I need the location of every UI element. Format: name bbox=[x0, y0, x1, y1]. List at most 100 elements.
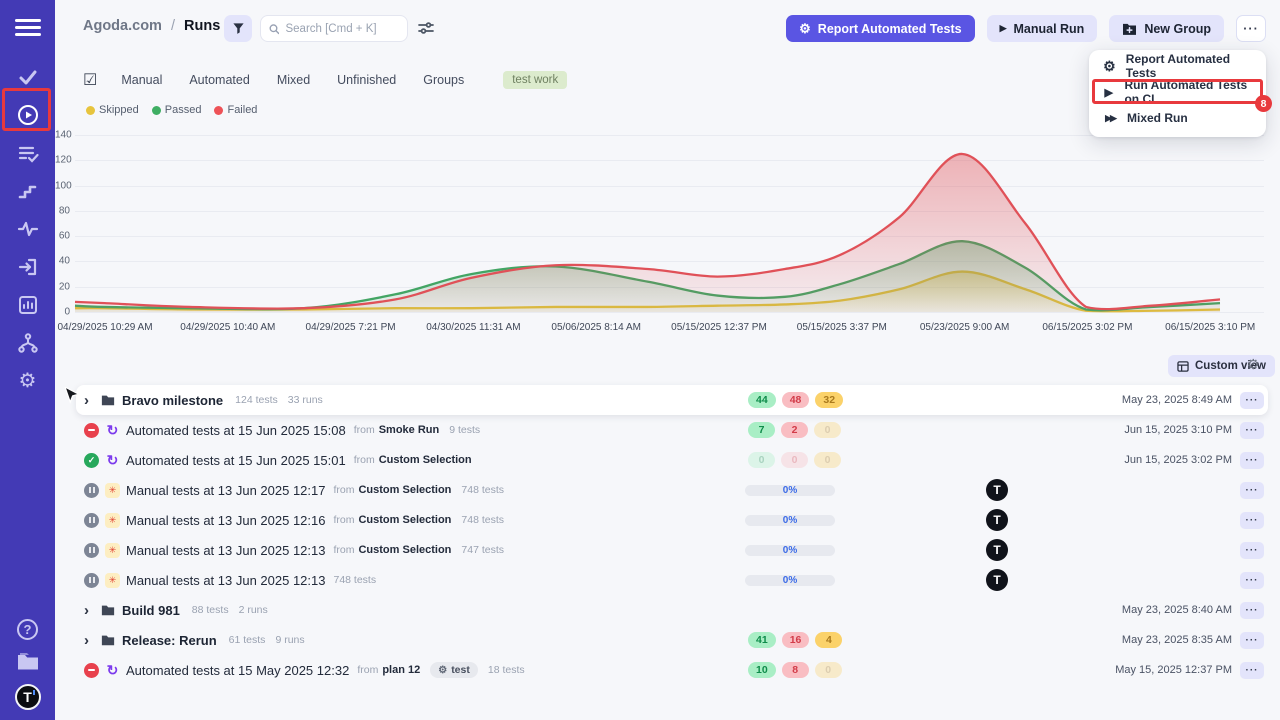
tab-manual[interactable]: Manual bbox=[121, 73, 162, 87]
assignee-avatar[interactable]: T bbox=[986, 479, 1008, 501]
sidebar-item-plans[interactable] bbox=[9, 134, 47, 172]
progress-bar: 0% bbox=[745, 545, 835, 556]
chart-canvas bbox=[75, 135, 1220, 315]
progress-value: 0% bbox=[783, 485, 797, 496]
group-runs-count: 33 runs bbox=[288, 394, 323, 406]
run-title[interactable]: Manual tests at 13 Jun 2025 12:13 bbox=[126, 573, 325, 588]
milestones-stairs-icon bbox=[17, 180, 39, 202]
row-menu-button[interactable]: ··· bbox=[1240, 422, 1264, 439]
sidebar-item-pulse[interactable] bbox=[9, 210, 47, 248]
sidebar-item-milestones[interactable] bbox=[9, 172, 47, 210]
report-automated-tests-button[interactable]: ⚙ Report Automated Tests bbox=[786, 15, 974, 42]
row-menu-button[interactable]: ··· bbox=[1240, 452, 1264, 469]
table-row[interactable]: ✳Manual tests at 13 Jun 2025 12:13748 te… bbox=[76, 565, 1268, 595]
run-title[interactable]: Automated tests at 15 Jun 2025 15:08 bbox=[126, 423, 346, 438]
sidebar-item-tests[interactable] bbox=[9, 58, 47, 96]
tests-check-icon bbox=[17, 66, 39, 88]
from-label: from bbox=[333, 514, 354, 526]
checklist-icon[interactable]: ☑ bbox=[83, 70, 97, 90]
run-title[interactable]: Automated tests at 15 May 2025 12:32 bbox=[126, 663, 349, 678]
table-row[interactable]: ›Release: Rerun61 tests9 runs41164May 23… bbox=[76, 625, 1268, 655]
failed-badge: 0 bbox=[781, 452, 808, 468]
run-tag[interactable]: ⚙test bbox=[430, 662, 478, 678]
run-title[interactable]: Automated tests at 15 Jun 2025 15:01 bbox=[126, 453, 346, 468]
group-tests-count: 61 tests bbox=[229, 634, 266, 646]
run-source[interactable]: plan 12 bbox=[382, 664, 420, 676]
run-source[interactable]: Custom Selection bbox=[358, 544, 451, 556]
table-row[interactable]: ✳Manual tests at 13 Jun 2025 12:13fromCu… bbox=[76, 535, 1268, 565]
annotation-badge: 8 bbox=[1255, 95, 1272, 112]
filter-button[interactable] bbox=[224, 15, 252, 42]
chevron-right-icon[interactable]: › bbox=[84, 393, 98, 408]
chevron-right-icon[interactable]: › bbox=[84, 633, 98, 648]
table-row[interactable]: ✳Manual tests at 13 Jun 2025 12:17fromCu… bbox=[76, 475, 1268, 505]
y-axis-label: 140 bbox=[55, 130, 70, 141]
sidebar-item-branches[interactable] bbox=[9, 324, 47, 362]
gear-icon: ⚙ bbox=[1103, 58, 1116, 75]
automated-run-icon: ↻ bbox=[105, 663, 120, 678]
status-paused-icon bbox=[84, 483, 99, 498]
group-name[interactable]: Build 981 bbox=[122, 603, 180, 618]
row-menu-button[interactable]: ··· bbox=[1240, 512, 1264, 529]
group-name[interactable]: Release: Rerun bbox=[122, 633, 217, 648]
run-title[interactable]: Manual tests at 13 Jun 2025 12:16 bbox=[126, 513, 325, 528]
progress-bar: 0% bbox=[745, 515, 835, 526]
row-menu-button[interactable]: ··· bbox=[1240, 482, 1264, 499]
runs-table: ›Bravo milestone124 tests33 runs444832Ma… bbox=[60, 385, 1268, 685]
legend-label: Failed bbox=[227, 104, 257, 116]
legend-dot bbox=[86, 106, 95, 115]
sidebar-item-analytics[interactable] bbox=[9, 286, 47, 324]
row-menu-button[interactable]: ··· bbox=[1240, 542, 1264, 559]
tab-unfinished[interactable]: Unfinished bbox=[337, 73, 396, 87]
menu-item-1[interactable]: ▶Run Automated Tests on CI bbox=[1089, 79, 1266, 105]
search-input[interactable] bbox=[285, 23, 399, 35]
row-menu-button[interactable]: ··· bbox=[1240, 632, 1264, 649]
table-row[interactable]: ↻Automated tests at 15 May 2025 12:32fro… bbox=[76, 655, 1268, 685]
sidebar-item-runs[interactable] bbox=[9, 96, 47, 134]
manual-run-icon: ✳ bbox=[105, 513, 120, 528]
row-menu-button[interactable]: ··· bbox=[1240, 662, 1264, 679]
x-axis-label: 05/23/2025 9:00 AM bbox=[920, 322, 1010, 333]
chevron-right-icon[interactable]: › bbox=[84, 603, 98, 618]
more-actions-button[interactable]: ··· bbox=[1236, 15, 1266, 42]
sidebar-item-import[interactable] bbox=[9, 248, 47, 286]
run-source[interactable]: Custom Selection bbox=[358, 484, 451, 496]
table-row[interactable]: ›Bravo milestone124 tests33 runs444832Ma… bbox=[76, 385, 1268, 415]
run-source[interactable]: Custom Selection bbox=[379, 454, 472, 466]
tab-mixed[interactable]: Mixed bbox=[277, 73, 310, 87]
assignee-avatar[interactable]: T bbox=[986, 539, 1008, 561]
table-row[interactable]: ↻Automated tests at 15 Jun 2025 15:08fro… bbox=[76, 415, 1268, 445]
manual-run-button[interactable]: ▶ Manual Run bbox=[987, 15, 1098, 42]
row-menu-button[interactable]: ··· bbox=[1240, 572, 1264, 589]
run-title[interactable]: Manual tests at 13 Jun 2025 12:13 bbox=[126, 543, 325, 558]
tab-automated[interactable]: Automated bbox=[189, 73, 249, 87]
testomat-logo[interactable]: T bbox=[15, 684, 41, 710]
run-date: May 23, 2025 8:49 AM bbox=[1122, 394, 1232, 406]
view-settings-gear-icon[interactable]: ⚙ bbox=[1247, 356, 1260, 373]
table-row[interactable]: ›Build 98188 tests2 runsMay 23, 2025 8:4… bbox=[76, 595, 1268, 625]
menu-item-0[interactable]: ⚙Report Automated Tests bbox=[1089, 53, 1266, 79]
table-row[interactable]: ✳ Manual tests at 13 Jun 2025 12:16 from Cu… bbox=[76, 505, 1268, 535]
group-name[interactable]: Bravo milestone bbox=[122, 393, 223, 408]
tag-pill[interactable]: test work bbox=[503, 71, 567, 89]
table-row[interactable]: ✓↻Automated tests at 15 Jun 2025 15:01fr… bbox=[76, 445, 1268, 475]
menu-icon[interactable] bbox=[15, 14, 41, 40]
tab-groups[interactable]: Groups bbox=[423, 73, 464, 87]
run-title[interactable]: Manual tests at 13 Jun 2025 12:17 bbox=[126, 483, 325, 498]
group-tests-count: 88 tests bbox=[192, 604, 229, 616]
run-source[interactable]: Smoke Run bbox=[379, 424, 440, 436]
manual-run-icon: ✳ bbox=[105, 483, 120, 498]
help-icon[interactable]: ? bbox=[17, 619, 38, 640]
row-menu-button[interactable]: ··· bbox=[1240, 392, 1264, 409]
new-group-button[interactable]: New Group bbox=[1109, 15, 1224, 42]
breadcrumb-project[interactable]: Agoda.com bbox=[83, 18, 162, 34]
sidebar-item-settings[interactable]: ⚙ bbox=[9, 362, 47, 400]
projects-folder-icon[interactable] bbox=[15, 651, 41, 673]
row-menu-button[interactable]: ··· bbox=[1240, 602, 1264, 619]
run-date: May 15, 2025 12:37 PM bbox=[1115, 664, 1232, 676]
menu-item-2[interactable]: ▶▶Mixed Run bbox=[1089, 105, 1266, 131]
run-source[interactable]: Custom Selection bbox=[358, 514, 451, 526]
assignee-avatar[interactable]: T bbox=[986, 509, 1008, 531]
assignee-avatar[interactable]: T bbox=[986, 569, 1008, 591]
filter-settings-icon[interactable] bbox=[418, 21, 434, 35]
